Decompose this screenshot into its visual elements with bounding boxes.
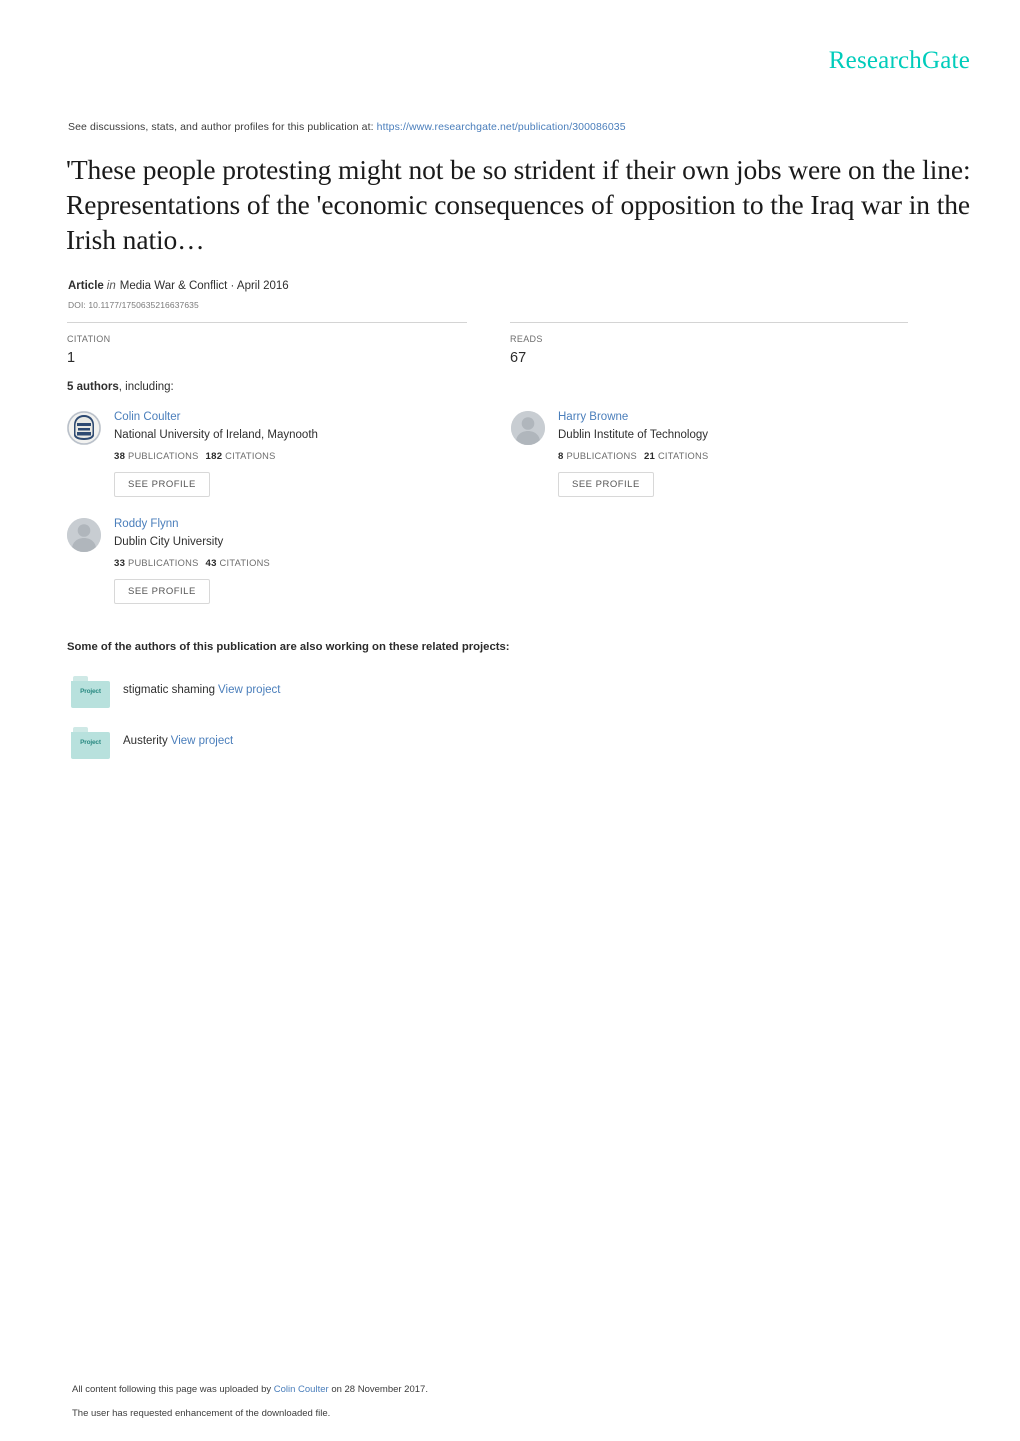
author-card: Roddy Flynn Dublin City University 33 PU… [67,516,497,604]
divider-citation [67,322,467,323]
user-silhouette-icon [511,411,545,445]
see-profile-button[interactable]: SEE PROFILE [558,472,654,497]
avatar [511,411,545,445]
author-card: Harry Browne Dublin Institute of Technol… [511,409,941,497]
project-row: Project stigmatic shaming View project [71,676,671,708]
citation-value: 1 [67,350,76,366]
citations-label: CITATIONS [219,558,271,568]
publication-url-link[interactable]: https://www.researchgate.net/publication… [377,121,626,133]
related-projects-header: Some of the authors of this publication … [67,641,510,653]
upload-credit-suffix: on 28 November 2017. [331,1384,428,1395]
project-folder-label: Project [80,739,101,746]
article-doi: DOI: 10.1177/1750635216637635 [68,300,199,310]
citations-count: 43 [205,558,217,569]
citations-label: CITATIONS [657,451,709,461]
page-title: 'These people protesting might not be so… [66,154,971,255]
see-profile-button[interactable]: SEE PROFILE [114,579,210,604]
author-body: Roddy Flynn Dublin City University 33 PU… [114,516,497,604]
project-name: stigmatic shaming [123,684,216,696]
researchgate-logo[interactable]: ResearchGate [829,48,970,73]
upload-credit-line: All content following this page was uplo… [72,1384,428,1395]
project-row: Project Austerity View project [71,727,671,759]
project-name: Austerity [123,735,168,747]
project-folder-label: Project [80,688,101,695]
publications-label: PUBLICATIONS [566,451,637,461]
publications-count: 38 [114,451,126,462]
divider-reads [510,322,908,323]
avatar [67,411,101,445]
user-silhouette-icon [67,518,101,552]
project-folder-icon: Project [71,727,110,759]
uploader-name-link[interactable]: Colin Coulter [274,1384,329,1395]
author-body: Colin Coulter National University of Ire… [114,409,497,497]
author-name-link[interactable]: Harry Browne [558,409,941,425]
authors-suffix: , including: [118,381,174,393]
reads-value: 67 [510,350,527,366]
authors-header: 5 authors, including: [67,381,174,393]
author-body: Harry Browne Dublin Institute of Technol… [558,409,941,497]
university-crest-icon [67,411,101,445]
author-affiliation: Dublin Institute of Technology [558,429,709,441]
article-meta: Article in Media War & Conflict · April 20… [68,280,289,292]
authors-count: 5 authors [67,381,119,393]
discussions-prefix: See discussions, stats, and author profi… [68,121,374,133]
reads-label: READS [510,334,543,344]
discussions-line: See discussions, stats, and author profi… [68,121,626,133]
author-affiliation: Dublin City University [114,536,224,548]
upload-credit-prefix: All content following this page was uplo… [72,1384,272,1395]
publication-cover-page: ResearchGate See discussions, stats, and… [0,0,1020,1441]
author-counts: 8 PUBLICATIONS 21 CITATIONS [558,450,941,463]
researchgate-wordmark: ResearchGate [828,47,970,74]
citation-stat: CITATION 1 [67,333,110,368]
project-text: Austerity View project [123,735,233,747]
author-name-link[interactable]: Roddy Flynn [114,516,497,532]
avatar [67,518,101,552]
publications-count: 33 [114,558,126,569]
enhancement-notice: The user has requested enhancement of th… [72,1408,331,1419]
article-journal: Media War & Conflict · April 2016 [119,280,289,292]
author-counts: 38 PUBLICATIONS 182 CITATIONS [114,450,497,463]
author-affiliation: National University of Ireland, Maynooth [114,429,318,441]
see-profile-button[interactable]: SEE PROFILE [114,472,210,497]
publications-label: PUBLICATIONS [128,451,199,461]
author-counts: 33 PUBLICATIONS 43 CITATIONS [114,557,497,570]
view-project-link[interactable]: View project [171,735,233,747]
author-name-link[interactable]: Colin Coulter [114,409,497,425]
project-folder-icon: Project [71,676,110,708]
publications-label: PUBLICATIONS [128,558,199,568]
author-card: Colin Coulter National University of Ire… [67,409,497,497]
article-type: Article [68,280,104,292]
publications-count: 8 [558,451,564,462]
citations-count: 21 [643,451,656,462]
article-in-word: in [106,280,116,292]
citations-label: CITATIONS [225,451,276,461]
reads-stat: READS 67 [510,333,543,368]
citations-count: 182 [205,451,223,462]
citation-label: CITATION [67,334,111,344]
view-project-link[interactable]: View project [218,684,280,696]
project-text: stigmatic shaming View project [123,684,280,696]
